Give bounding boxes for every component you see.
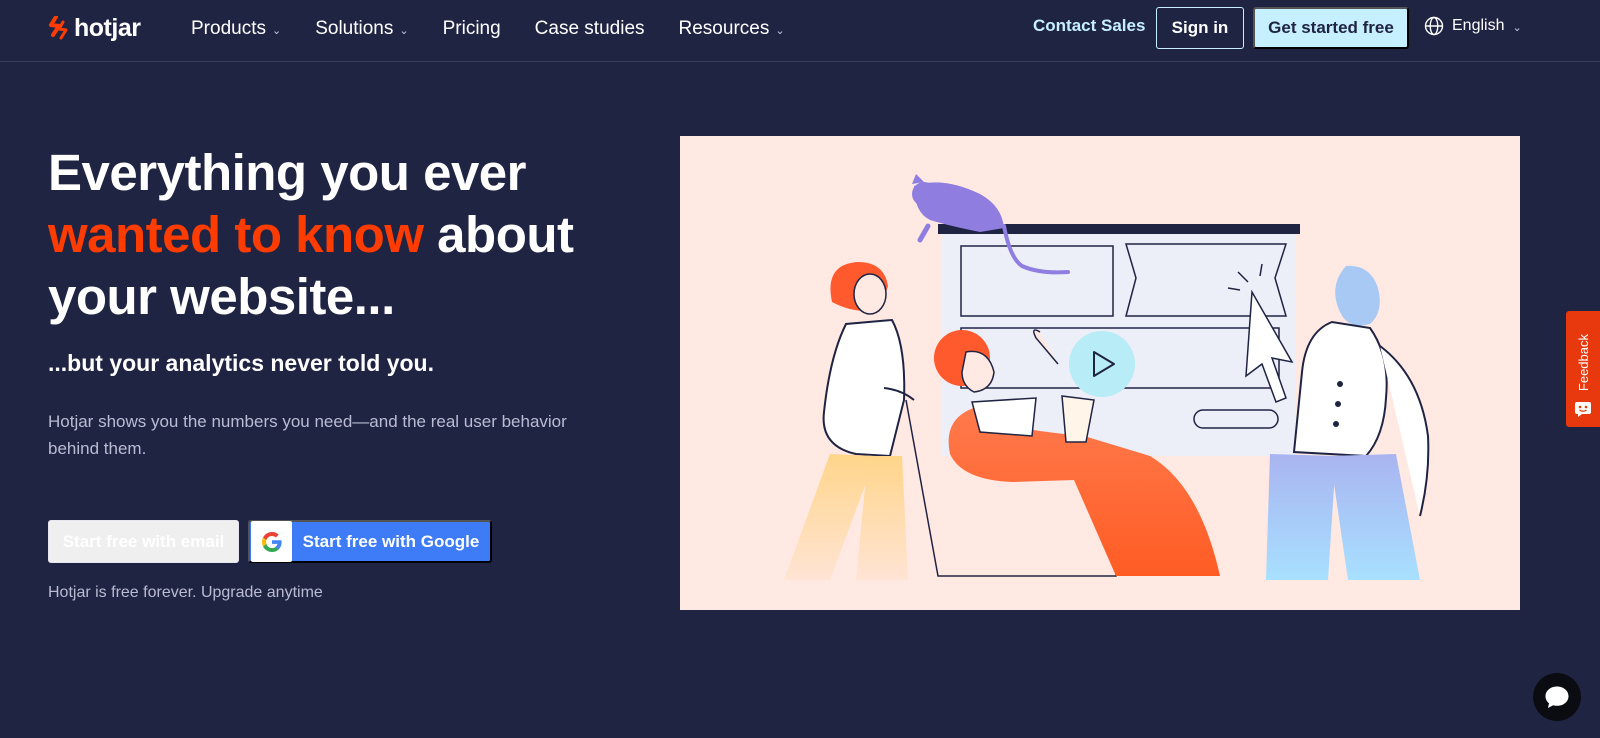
hero-video-illustration[interactable] [680,136,1520,610]
language-selector[interactable]: English ⌄ [1424,16,1522,36]
google-g-icon [251,521,292,562]
nav-item-pricing[interactable]: Pricing [443,18,501,40]
google-button-label: Start free with Google [302,531,480,551]
chevron-down-icon: ⌄ [775,24,785,37]
nav-item-label: Resources [678,18,770,39]
logo-text: hotjar [74,13,141,42]
globe-icon [1424,16,1444,36]
headline-accent: wanted to know [48,206,424,263]
get-started-free-button[interactable]: Get started free [1253,7,1409,49]
start-free-email-button[interactable]: Start free with email [48,520,239,563]
contact-sales-link[interactable]: Contact Sales [1033,16,1145,36]
feedback-label: Feedback [1575,333,1591,391]
play-icon [1069,331,1135,397]
woman-graphic [784,262,915,580]
nav-item-solutions[interactable]: Solutions ⌄ [315,18,408,40]
chevron-down-icon: ⌄ [1512,21,1522,34]
nav-item-case-studies[interactable]: Case studies [535,18,645,40]
hero-description: Hotjar shows you the numbers you need—an… [48,412,567,458]
feedback-face-icon [1575,402,1591,417]
hotjar-logo[interactable]: hotjar [48,12,141,44]
nav-item-label: Products [191,18,266,39]
chevron-down-icon: ⌄ [271,24,282,37]
top-navigation: hotjar Products ⌄ Solutions ⌄ Pricing Ca… [0,0,1600,62]
nav-item-label: Case studies [534,18,645,39]
sign-in-button[interactable]: Sign in [1156,7,1244,49]
chevron-down-icon: ⌄ [399,24,409,37]
nav-item-label: Solutions [315,18,394,39]
language-label: English [1452,17,1505,34]
nav-item-products[interactable]: Products ⌄ [191,18,281,40]
chat-widget-button[interactable] [1533,673,1581,721]
chat-bubble-icon [1545,686,1569,708]
illustration-svg [784,174,1430,580]
hero-headline: Everything you ever wanted to know about… [48,142,628,328]
nav-item-resources[interactable]: Resources ⌄ [679,18,785,40]
free-forever-note: Hotjar is free forever. Upgrade anytime [48,584,323,601]
hotjar-flame-icon [49,16,68,40]
headline-part-1: Everything you ever [48,144,527,201]
feedback-tab[interactable]: Feedback [1566,311,1600,427]
main-nav-links: Products ⌄ Solutions ⌄ Pricing Case stud… [191,0,785,58]
nav-item-label: Pricing [442,18,501,39]
hero-subheadline: ...but your analytics never told you. [48,350,434,376]
start-free-google-button[interactable]: Start free with Google [248,520,492,563]
